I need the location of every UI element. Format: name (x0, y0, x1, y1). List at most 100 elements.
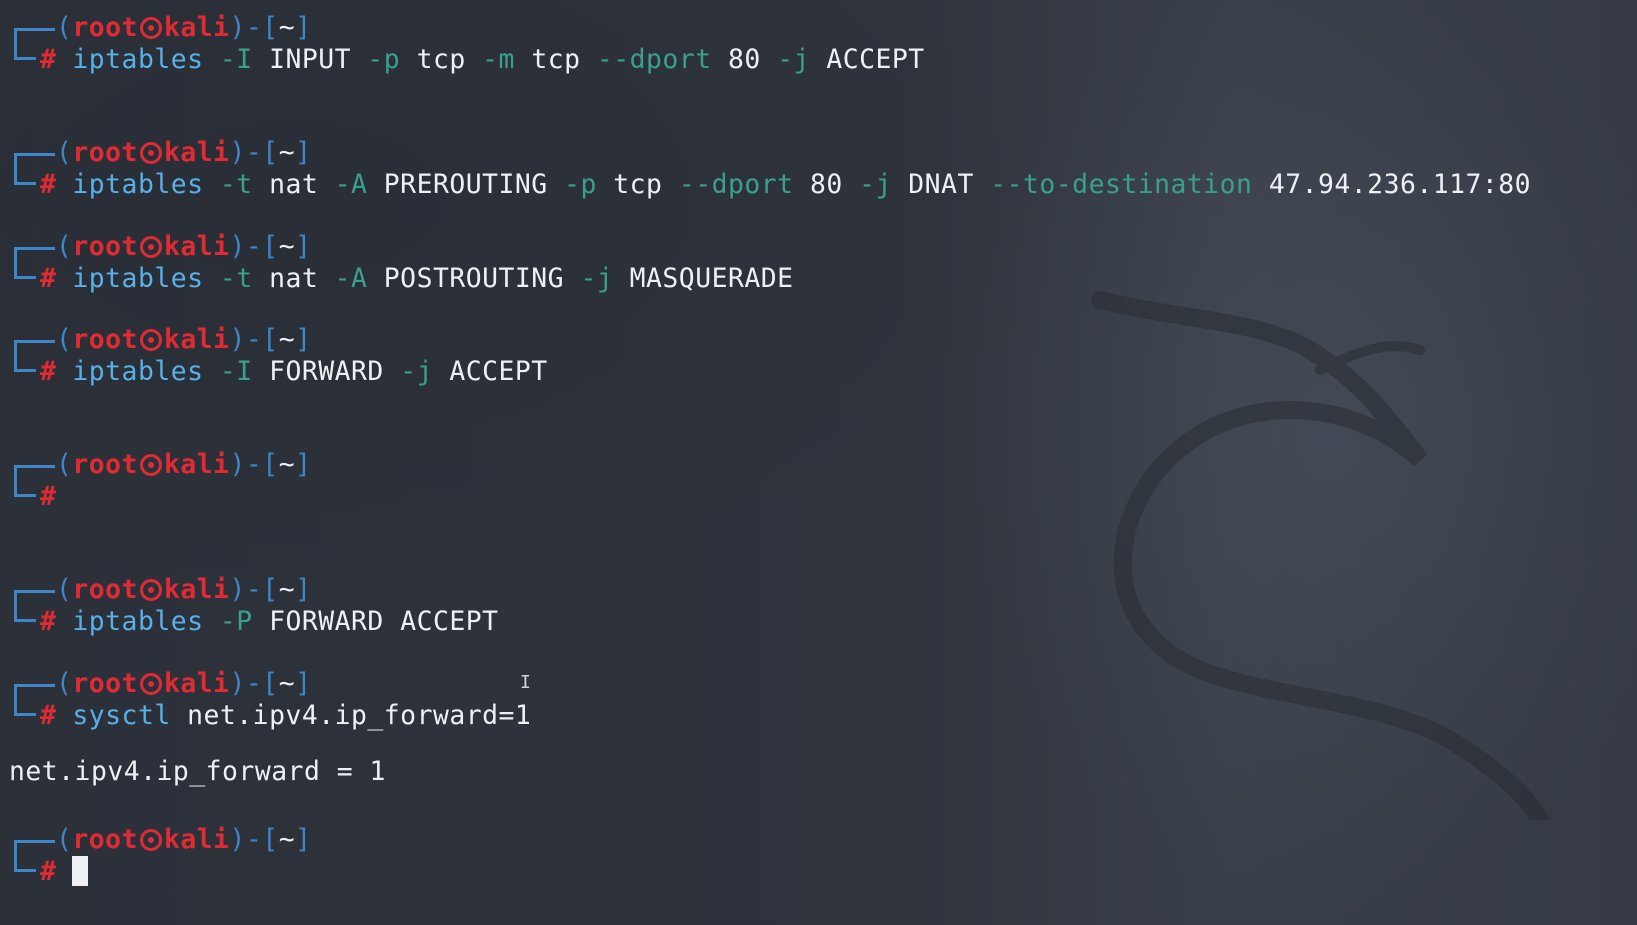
text-cursor-icon: I (520, 672, 532, 693)
prompt-close-paren: )-[ (229, 668, 279, 699)
command-token-arg: nat (269, 263, 319, 294)
prompt-host: kali (163, 449, 230, 480)
prompt-block: (root kali)-[~] # iptables -t nat -A PREROU… (14, 131, 1614, 200)
prompt-host: kali (163, 574, 230, 605)
prompt-user: root (72, 668, 138, 699)
command-line[interactable]: # iptables -t nat -A POSTROUTING -j MASQU… (40, 263, 794, 295)
command-line[interactable]: # iptables -I FORWARD -j ACCEPT (40, 356, 548, 388)
command-line[interactable]: # (40, 856, 89, 888)
prompt-dir: ~ (278, 574, 296, 605)
prompt-user: root (72, 231, 138, 262)
prompt-close-paren: )-[ (229, 574, 279, 605)
prompt-bracket (14, 465, 36, 497)
prompt-bracket-extension (33, 465, 55, 468)
command-token-flag: -p (564, 169, 597, 200)
command-token-cmd: iptables (72, 606, 204, 637)
prompt-symbol: # (40, 481, 57, 512)
prompt-block: (root kali)-[~] # iptables -t nat -A POSTRO… (14, 225, 1614, 294)
command-line[interactable]: # iptables -t nat -A PREROUTING -p tcp --… (40, 169, 1531, 201)
skull-icon (139, 579, 162, 601)
prompt-block: (root kali)-[~] # (14, 443, 1614, 512)
prompt-line: (root kali)-[~] (56, 12, 311, 44)
prompt-open-paren: ( (56, 12, 73, 43)
command-token-cmd: iptables (72, 44, 204, 75)
prompt-bracket-extension (33, 28, 55, 31)
prompt-dir: ~ (278, 668, 296, 699)
prompt-dir: ~ (278, 324, 296, 355)
command-token-flag: --to-destination (990, 169, 1253, 200)
prompt-dir-close: ] (295, 231, 312, 262)
command-token-arg: ACCEPT (826, 44, 925, 75)
command-token-arg: ACCEPT (400, 606, 499, 637)
prompt-bracket (14, 153, 36, 185)
prompt-dir-close: ] (295, 824, 312, 855)
prompt-block: (root kali)-[~] # iptables -I INPUT -p tcp … (14, 6, 1614, 75)
command-token-flag: -I (219, 44, 253, 75)
prompt-symbol: # (40, 44, 57, 75)
prompt-user: root (72, 137, 138, 168)
prompt-dir-close: ] (295, 12, 312, 43)
prompt-user: root (72, 574, 138, 605)
prompt-bracket-extension (33, 340, 55, 343)
prompt-open-paren: ( (56, 824, 73, 855)
command-token-cmd: sysctl (72, 700, 171, 731)
command-token-arg: MASQUERADE (629, 263, 794, 294)
prompt-dir-close: ] (295, 668, 312, 699)
prompt-host: kali (163, 12, 230, 43)
command-token-flag: -j (400, 356, 433, 387)
prompt-close-paren: )-[ (229, 324, 279, 355)
prompt-user: root (72, 449, 138, 480)
command-token-flag: -A (334, 169, 368, 200)
prompt-bracket-extension (33, 247, 55, 250)
prompt-host: kali (163, 137, 230, 168)
skull-icon (139, 142, 162, 164)
prompt-dir: ~ (278, 137, 296, 168)
prompt-symbol: # (40, 700, 57, 731)
prompt-close-paren: )-[ (229, 137, 279, 168)
terminal-window[interactable]: (root kali)-[~] # iptables -I INPUT -p tcp … (0, 0, 1637, 925)
prompt-block: (root kali)-[~] # sysctl net.ipv4.ip_forwar… (14, 662, 1614, 731)
command-token-flag: -j (777, 44, 810, 75)
command-line[interactable]: # iptables -I INPUT -p tcp -m tcp --dport… (40, 44, 925, 76)
command-token-arg: PREROUTING (383, 169, 548, 200)
prompt-block: (root kali)-[~] # iptables -P FORWARD ACCEP… (14, 568, 1614, 637)
prompt-close-paren: )-[ (229, 449, 279, 480)
command-token-arg: 80 (728, 44, 761, 75)
prompt-symbol: # (40, 606, 57, 637)
prompt-user: root (72, 824, 138, 855)
command-token-flag: -A (334, 263, 368, 294)
prompt-line: (root kali)-[~] (56, 137, 311, 169)
command-token-arg: tcp (416, 44, 466, 75)
command-line[interactable]: # iptables -P FORWARD ACCEPT (40, 606, 499, 638)
prompt-line: (root kali)-[~] (56, 824, 311, 856)
prompt-symbol: # (40, 263, 57, 294)
prompt-dir: ~ (278, 231, 296, 262)
prompt-open-paren: ( (56, 574, 73, 605)
prompt-user: root (72, 324, 138, 355)
command-token-flag: --dport (596, 44, 712, 75)
prompt-bracket-extension (33, 153, 55, 156)
prompt-bracket (14, 684, 36, 716)
prompt-open-paren: ( (56, 324, 73, 355)
prompt-close-paren: )-[ (229, 12, 279, 43)
command-line[interactable]: # (40, 481, 72, 513)
prompt-line: (root kali)-[~] (56, 574, 311, 606)
prompt-dir-close: ] (295, 137, 312, 168)
prompt-open-paren: ( (56, 137, 73, 168)
command-token-cmd: iptables (72, 169, 204, 200)
command-token-arg: FORWARD (269, 356, 384, 387)
prompt-line: (root kali)-[~] (56, 231, 311, 263)
command-token-cmd: iptables (72, 356, 204, 387)
command-token-cmd: iptables (72, 263, 204, 294)
command-token-arg: net.ipv4.ip_forward=1 (187, 700, 532, 731)
prompt-line: (root kali)-[~] (56, 324, 311, 356)
command-token-arg: 47.94.236.117:80 (1268, 169, 1532, 200)
skull-icon (139, 454, 162, 476)
prompt-bracket (14, 28, 36, 60)
command-line[interactable]: # sysctl net.ipv4.ip_forward=1 (40, 700, 531, 732)
command-token-flag: -j (859, 169, 892, 200)
prompt-close-paren: )-[ (229, 824, 279, 855)
prompt-block: (root kali)-[~] # (14, 818, 1614, 887)
prompt-bracket (14, 340, 36, 372)
command-token-arg: 80 (809, 169, 843, 200)
